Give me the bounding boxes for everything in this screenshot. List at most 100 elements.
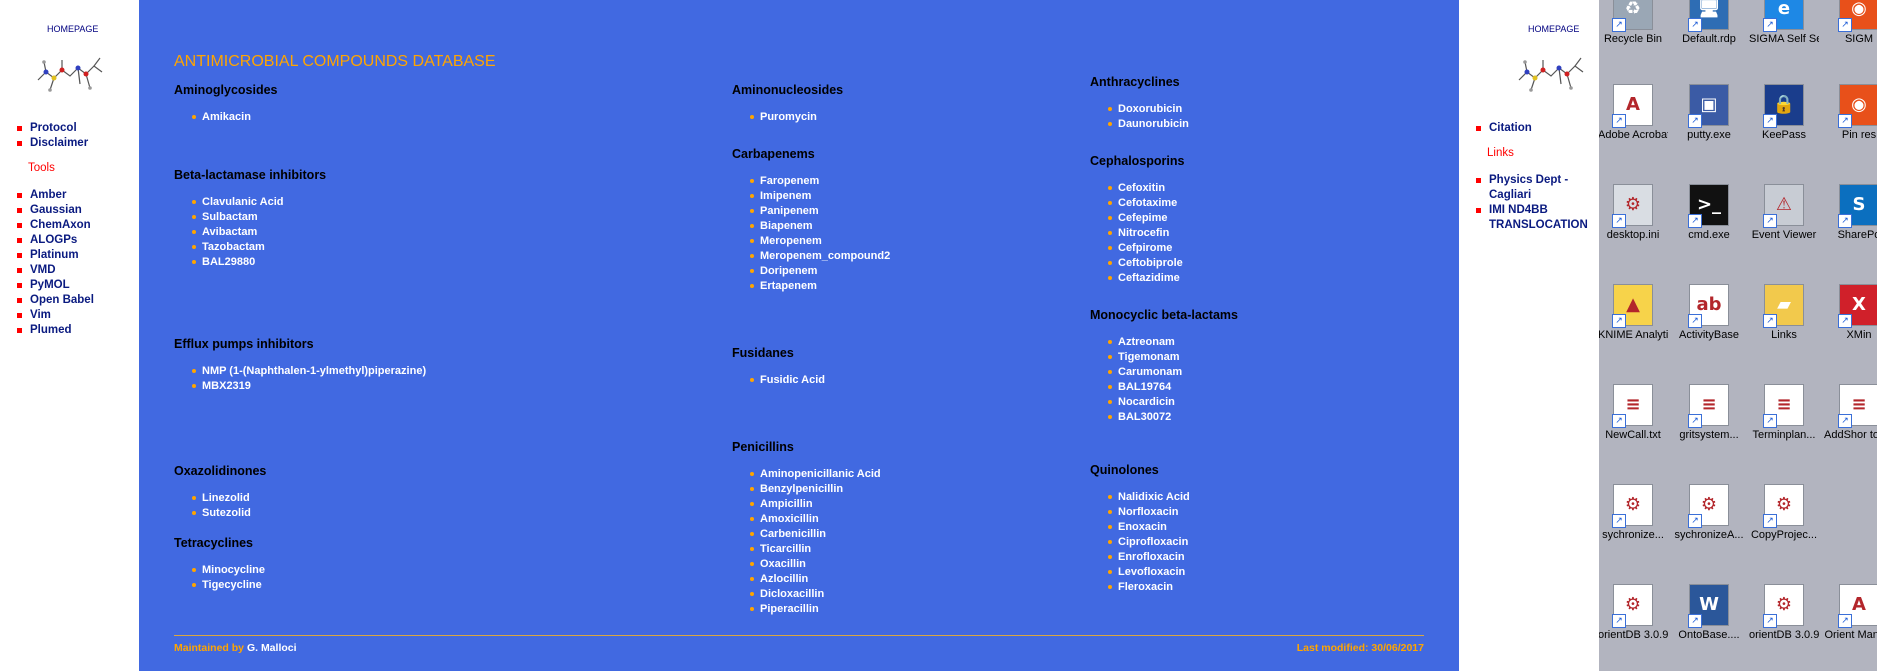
compound-link-meropenem-compound2[interactable]: Meropenem_compound2 (732, 249, 890, 264)
compound-link-fusidic-acid[interactable]: Fusidic Acid (732, 373, 825, 388)
compound-link-piperacillin[interactable]: Piperacillin (732, 602, 881, 617)
compound-link-ceftazidime[interactable]: Ceftazidime (1090, 271, 1183, 286)
compound-link-panipenem[interactable]: Panipenem (732, 204, 890, 219)
desktop-icon-gritsystem[interactable]: ≡ ↗ gritsystem... (1674, 384, 1744, 442)
compound-link-norfloxacin[interactable]: Norfloxacin (1090, 505, 1190, 520)
nav-item-disclaimer[interactable]: Disclaimer (17, 136, 88, 151)
homepage-link-right[interactable]: HOMEPAGE (1528, 24, 1579, 34)
nav-item-protocol[interactable]: Protocol (17, 121, 88, 136)
desktop-icon-newcall-txt[interactable]: ≡ ↗ NewCall.txt (1599, 384, 1668, 442)
desktop-icon-links[interactable]: ▰ ↗ Links (1749, 284, 1819, 342)
compound-link-mbx2319[interactable]: MBX2319 (174, 379, 426, 394)
desktop-icon-cmd-exe[interactable]: >_ ↗ cmd.exe (1674, 184, 1744, 242)
compound-link-oxacillin[interactable]: Oxacillin (732, 557, 881, 572)
molecule-logo-icon[interactable] (1513, 50, 1589, 96)
desktop-icon-default-rdp[interactable]: 🖥 ↗ Default.rdp (1674, 0, 1744, 46)
compound-link-daunorubicin[interactable]: Daunorubicin (1090, 117, 1189, 132)
nav-item-amber[interactable]: Amber (17, 188, 94, 203)
compound-link-cefpirome[interactable]: Cefpirome (1090, 241, 1183, 256)
nav-item-pymol[interactable]: PyMOL (17, 278, 94, 293)
compound-link-ertapenem[interactable]: Ertapenem (732, 279, 890, 294)
nav-item-vmd[interactable]: VMD (17, 263, 94, 278)
desktop-icon-sigm[interactable]: ◉ ↗ SIGM (1824, 0, 1877, 46)
nav-item-open-babel[interactable]: Open Babel (17, 293, 94, 308)
nav-item-physics-dept-cagliari[interactable]: Physics Dept - Cagliari (1476, 173, 1596, 203)
compound-link-linezolid[interactable]: Linezolid (174, 491, 251, 506)
compound-link-tazobactam[interactable]: Tazobactam (174, 240, 284, 255)
desktop-icon-terminplan[interactable]: ≡ ↗ Terminplan... (1749, 384, 1819, 442)
compound-link-carumonam[interactable]: Carumonam (1090, 365, 1182, 380)
desktop-icon-sharepo[interactable]: S ↗ SharePo (1824, 184, 1877, 242)
desktop-icon-addshor-to-taskba[interactable]: ≡↗AddShor to taskba (1824, 384, 1877, 442)
compound-link-benzylpenicillin[interactable]: Benzylpenicillin (732, 482, 881, 497)
desktop-icon-sychronize[interactable]: ⚙ ↗ sychronize... (1599, 484, 1668, 542)
nav-item-chemaxon[interactable]: ChemAxon (17, 218, 94, 233)
compound-link-nocardicin[interactable]: Nocardicin (1090, 395, 1182, 410)
desktop-icon-knime-analyti[interactable]: ▲↗KNIME Analyti... (1599, 284, 1668, 342)
compound-link-nmp-1-naphthalen-1-ylmethyl-piperazine[interactable]: NMP (1-(Naphthalen-1-ylmethyl)piperazine… (174, 364, 426, 379)
compound-link-tigecycline[interactable]: Tigecycline (174, 578, 265, 593)
desktop-icon-sigma-self-services[interactable]: e↗SIGMA Self Services (1749, 0, 1819, 46)
nav-item-gaussian[interactable]: Gaussian (17, 203, 94, 218)
compound-link-enoxacin[interactable]: Enoxacin (1090, 520, 1190, 535)
nav-item-alogps[interactable]: ALOGPs (17, 233, 94, 248)
compound-link-nalidixic-acid[interactable]: Nalidixic Acid (1090, 490, 1190, 505)
compound-link-imipenem[interactable]: Imipenem (732, 189, 890, 204)
compound-link-amikacin[interactable]: Amikacin (174, 110, 251, 125)
compound-link-biapenem[interactable]: Biapenem (732, 219, 890, 234)
desktop-icon-orient-manual[interactable]: A↗Orient Manual (1824, 584, 1877, 642)
desktop-icon-recycle-bin[interactable]: ♻ ↗ Recycle Bin (1599, 0, 1668, 46)
compound-link-dicloxacillin[interactable]: Dicloxacillin (732, 587, 881, 602)
nav-item-platinum[interactable]: Platinum (17, 248, 94, 263)
compound-link-cefotaxime[interactable]: Cefotaxime (1090, 196, 1183, 211)
compound-link-ciprofloxacin[interactable]: Ciprofloxacin (1090, 535, 1190, 550)
compound-link-doripenem[interactable]: Doripenem (732, 264, 890, 279)
compound-link-clavulanic-acid[interactable]: Clavulanic Acid (174, 195, 284, 210)
compound-link-ticarcillin[interactable]: Ticarcillin (732, 542, 881, 557)
compound-link-ceftobiprole[interactable]: Ceftobiprole (1090, 256, 1183, 271)
maintainer-name-link[interactable]: G. Malloci (247, 642, 297, 654)
compound-link-bal30072[interactable]: BAL30072 (1090, 410, 1182, 425)
compound-link-ampicillin[interactable]: Ampicillin (732, 497, 881, 512)
desktop-icon-ontobase[interactable]: W ↗ OntoBase.... (1674, 584, 1744, 642)
compound-link-meropenem[interactable]: Meropenem (732, 234, 890, 249)
compound-link-enrofloxacin[interactable]: Enrofloxacin (1090, 550, 1190, 565)
desktop-icon-keepass[interactable]: 🔒 ↗ KeePass (1749, 84, 1819, 142)
compound-link-aztreonam[interactable]: Aztreonam (1090, 335, 1182, 350)
compound-link-sulbactam[interactable]: Sulbactam (174, 210, 284, 225)
desktop-icon-copyprojec[interactable]: ⚙ ↗ CopyProjec... (1749, 484, 1819, 542)
compound-link-cefoxitin[interactable]: Cefoxitin (1090, 181, 1183, 196)
desktop-icon-sychronizea[interactable]: ⚙ ↗ sychronizeA... (1674, 484, 1744, 542)
compound-link-aminopenicillanic-acid[interactable]: Aminopenicillanic Acid (732, 467, 881, 482)
compound-link-tigemonam[interactable]: Tigemonam (1090, 350, 1182, 365)
compound-link-avibactam[interactable]: Avibactam (174, 225, 284, 240)
desktop-icon-pin-res[interactable]: ◉ ↗ Pin res (1824, 84, 1877, 142)
compound-link-sutezolid[interactable]: Sutezolid (174, 506, 251, 521)
desktop-icon-orientdb-3-0-9-console[interactable]: ⚙↗orientDB 3.0.9 Console (1749, 584, 1819, 642)
compound-link-bal29880[interactable]: BAL29880 (174, 255, 284, 270)
desktop-icon-putty-exe[interactable]: ▣ ↗ putty.exe (1674, 84, 1744, 142)
compound-link-cefepime[interactable]: Cefepime (1090, 211, 1183, 226)
desktop-icon-activitybase[interactable]: ab ↗ ActivityBase (1674, 284, 1744, 342)
nav-item-plumed[interactable]: Plumed (17, 323, 94, 338)
desktop-icon-adobe-acrobat[interactable]: A↗Adobe Acrobat... (1599, 84, 1668, 142)
compound-link-minocycline[interactable]: Minocycline (174, 563, 265, 578)
homepage-link[interactable]: HOMEPAGE (47, 24, 98, 34)
desktop-icon-orientdb-3-0-9-start[interactable]: ⚙↗orientDB 3.0.9 Start (1599, 584, 1668, 642)
compound-link-faropenem[interactable]: Faropenem (732, 174, 890, 189)
nav-item-imi-nd4bb-translocation[interactable]: IMI ND4BB TRANSLOCATION (1476, 203, 1596, 233)
compound-link-puromycin[interactable]: Puromycin (732, 110, 817, 125)
desktop-icon-event-viewer[interactable]: ⚠ ↗ Event Viewer (1749, 184, 1819, 242)
compound-link-azlocillin[interactable]: Azlocillin (732, 572, 881, 587)
compound-link-fleroxacin[interactable]: Fleroxacin (1090, 580, 1190, 595)
molecule-logo-icon[interactable] (32, 50, 108, 96)
compound-link-nitrocefin[interactable]: Nitrocefin (1090, 226, 1183, 241)
nav-item-citation[interactable]: Citation (1476, 121, 1532, 136)
nav-item-vim[interactable]: Vim (17, 308, 94, 323)
compound-link-amoxicillin[interactable]: Amoxicillin (732, 512, 881, 527)
compound-link-doxorubicin[interactable]: Doxorubicin (1090, 102, 1189, 117)
compound-link-levofloxacin[interactable]: Levofloxacin (1090, 565, 1190, 580)
desktop-icon-desktop-ini[interactable]: ⚙ ↗ desktop.ini (1599, 184, 1668, 242)
compound-link-bal19764[interactable]: BAL19764 (1090, 380, 1182, 395)
desktop-icon-xmin[interactable]: X ↗ XMin (1824, 284, 1877, 342)
